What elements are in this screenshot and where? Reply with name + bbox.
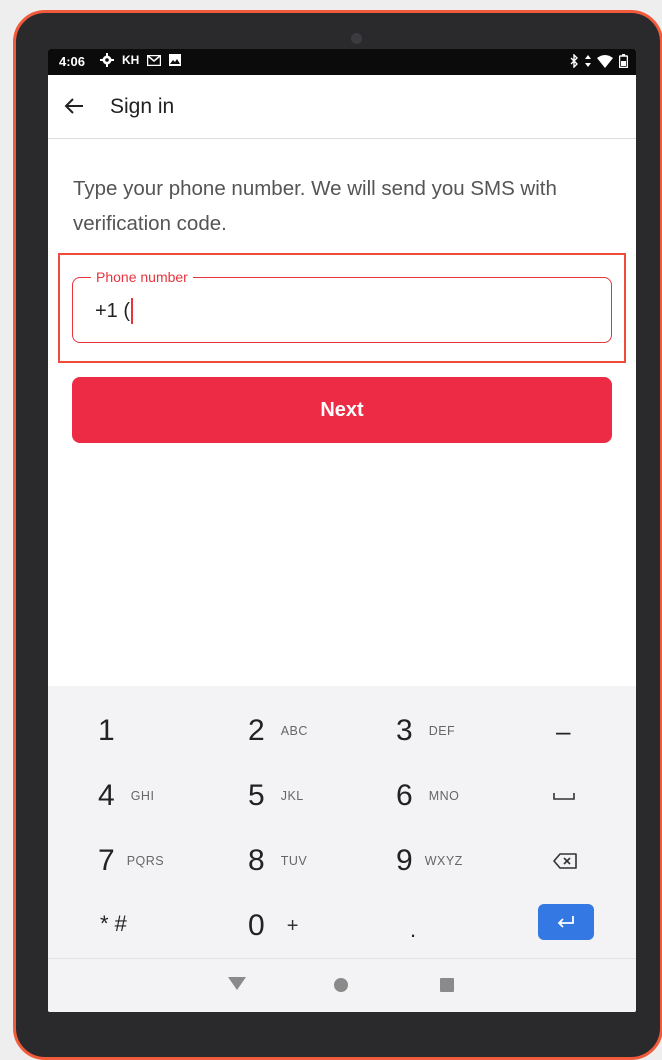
instruction-text: Type your phone number. We will send you… — [73, 177, 557, 235]
enter-icon — [557, 916, 574, 928]
system-nav-bar — [48, 958, 636, 1012]
key-backspace[interactable] — [553, 831, 577, 891]
key-number: 2 — [248, 714, 265, 747]
kh-label: KH — [122, 53, 140, 67]
gear-icon — [100, 53, 114, 67]
key-number: – — [556, 715, 571, 746]
key-letters: WXYZ — [424, 854, 463, 868]
nav-home-icon[interactable] — [334, 978, 348, 992]
key-number: 7 — [98, 844, 115, 877]
key-number: 1 — [98, 714, 115, 747]
nav-recents-icon[interactable] — [440, 978, 454, 992]
key-number: 4 — [98, 779, 115, 812]
key-number: 5 — [248, 779, 265, 812]
key-2[interactable]: 2 ABC — [248, 701, 308, 761]
text-caret — [131, 298, 134, 324]
key-letters: ABC — [280, 724, 308, 738]
key-4[interactable]: 4 GHI — [98, 766, 154, 826]
key-letters: + — [286, 914, 299, 937]
key-period[interactable]: . — [410, 900, 416, 960]
back-arrow-icon[interactable] — [62, 94, 86, 118]
nav-back-icon[interactable] — [228, 977, 246, 990]
key-6[interactable]: 6 MNO — [396, 766, 459, 826]
key-number: 3 — [396, 714, 413, 747]
app-bar: Sign in — [48, 75, 636, 139]
screen: 4:06 KH Sign in Type your phone number. … — [48, 49, 636, 1012]
key-letters: PQRS — [126, 854, 165, 868]
key-number: 6 — [396, 779, 413, 812]
key-5[interactable]: 5 JKL — [248, 766, 304, 826]
key-3[interactable]: 3 DEF — [396, 701, 455, 761]
key-number: . — [410, 917, 417, 942]
battery-icon — [619, 54, 628, 68]
bluetooth-icon — [570, 54, 578, 68]
phone-number-input[interactable]: +1 ( — [95, 298, 134, 324]
status-time: 4:06 — [59, 54, 86, 69]
key-7[interactable]: 7 PQRS — [98, 831, 164, 891]
key-number: 9 — [396, 844, 413, 877]
camera-dot — [351, 33, 362, 44]
key-number: 0 — [248, 909, 265, 942]
phone-number-value: +1 ( — [95, 299, 131, 322]
phone-number-label: Phone number — [91, 268, 193, 286]
status-left-icons: KH — [100, 53, 182, 67]
key-space[interactable] — [553, 766, 575, 826]
page-title: Sign in — [110, 95, 175, 118]
key-letters: DEF — [428, 724, 456, 738]
key-9[interactable]: 9 WXYZ — [396, 831, 463, 891]
key-letters: TUV — [280, 854, 308, 868]
status-right-icons — [570, 54, 628, 68]
key-1[interactable]: 1 — [98, 701, 115, 761]
key-letters: GHI — [130, 789, 155, 803]
backspace-icon — [553, 853, 577, 869]
space-icon — [553, 793, 575, 800]
key-number: 8 — [248, 844, 265, 877]
signal-arrows-icon — [585, 55, 591, 67]
key-number: * # — [100, 911, 127, 936]
key-dash[interactable]: – — [556, 701, 570, 761]
key-star-hash[interactable]: * # — [100, 894, 127, 954]
key-0[interactable]: 0 + — [248, 896, 299, 956]
key-letters: MNO — [428, 789, 460, 803]
enter-key[interactable] — [538, 904, 594, 940]
key-letters: JKL — [280, 789, 304, 803]
next-button[interactable]: Next — [72, 377, 612, 443]
image-icon — [169, 54, 182, 66]
phone-number-field[interactable]: Phone number +1 ( — [72, 268, 612, 343]
wifi-icon — [597, 54, 613, 68]
mail-icon — [147, 54, 162, 66]
numeric-keyboard: 1 2 ABC 3 DEF – 4 GHI 5 JKL 6 MNO 7 PQRS… — [48, 686, 636, 958]
status-bar: 4:06 KH — [48, 49, 636, 75]
key-8[interactable]: 8 TUV — [248, 831, 307, 891]
